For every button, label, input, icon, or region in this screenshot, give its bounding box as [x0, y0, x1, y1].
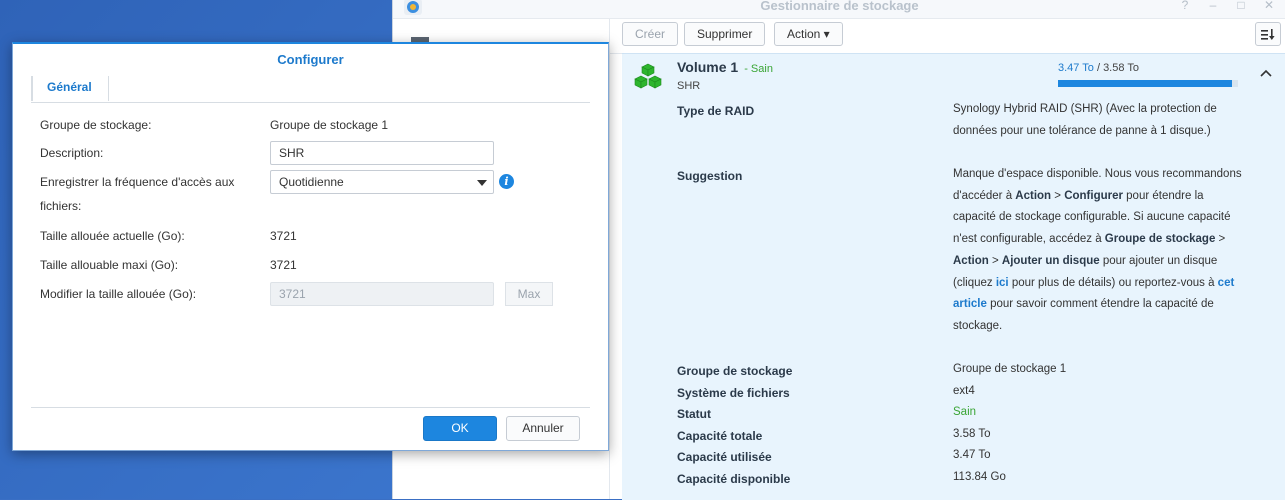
usage-bar [1058, 80, 1238, 87]
volume-detail-panel: Volume 1 - Sain SHR 3.47 To / 3.58 To Typ… [622, 53, 1285, 500]
access-frequency-select[interactable]: Quotidienne [270, 170, 494, 194]
close-icon[interactable]: ✕ [1262, 0, 1276, 12]
usage-separator: / [1093, 62, 1104, 74]
info-icon[interactable]: i [499, 174, 514, 189]
maximize-icon[interactable]: □ [1234, 0, 1248, 12]
delete-button[interactable]: Supprimer [684, 22, 766, 46]
access-frequency-label: Enregistrer la fréquence d'accès aux fic… [40, 175, 235, 213]
modify-size-label: Modifier la taille allouée (Go): [40, 287, 197, 301]
free-capacity-label: Capacité disponible [677, 472, 791, 486]
usage-readout: 3.47 To / 3.58 To [1058, 62, 1139, 74]
total-capacity-value: 3.58 To [953, 428, 991, 440]
total-capacity-label: Capacité totale [677, 429, 763, 443]
window-title: Gestionnaire de stockage [760, 0, 919, 13]
minimize-icon[interactable]: – [1206, 0, 1220, 12]
help-link-ici[interactable]: ici [996, 277, 1009, 289]
used-capacity-label: Capacité utilisée [677, 450, 772, 464]
dialog-divider [31, 407, 590, 408]
raid-type-value: Synology Hybrid RAID (SHR) (Avec la prot… [953, 103, 1217, 137]
usage-used: 3.47 To [1058, 62, 1094, 74]
volume-title: Volume 1 - Sain [677, 59, 773, 75]
volume-name: Volume 1 [677, 59, 739, 75]
used-capacity-value: 3.47 To [953, 449, 991, 461]
action-button[interactable]: Action ▾ [774, 22, 843, 46]
pool-value: Groupe de stockage 1 [953, 363, 1067, 375]
toolbar: Créer Supprimer Action ▾ [610, 19, 1285, 54]
configure-dialog: Configurer Général Groupe de stockage: G… [12, 42, 609, 451]
pool-field-label: Groupe de stockage: [40, 118, 152, 132]
pool-field-value: Groupe de stockage 1 [270, 118, 389, 132]
ok-button[interactable]: OK [423, 416, 497, 441]
create-button[interactable]: Créer [622, 22, 679, 46]
chevron-down-icon [477, 180, 487, 186]
dialog-title: Configurer [277, 52, 344, 67]
max-button[interactable]: Max [505, 282, 553, 306]
max-size-label: Taille allouable maxi (Go): [40, 258, 179, 272]
volume-cubes-icon [634, 63, 662, 89]
dialog-tabs: Général [31, 76, 590, 103]
tab-general[interactable]: Général [31, 76, 109, 101]
modify-size-input[interactable]: 3721 [270, 282, 494, 306]
suggestion-label: Suggestion [677, 169, 743, 183]
max-size-value: 3721 [270, 258, 297, 272]
cancel-button[interactable]: Annuler [506, 416, 580, 441]
sort-button[interactable] [1255, 22, 1281, 46]
usage-bar-fill [1058, 80, 1233, 87]
volume-status-badge: - Sain [744, 63, 773, 75]
help-icon[interactable]: ? [1178, 0, 1192, 12]
collapse-chevron-icon[interactable] [1260, 68, 1272, 78]
raid-type-label: Type de RAID [677, 104, 755, 118]
current-size-label: Taille allouée actuelle (Go): [40, 229, 185, 243]
access-frequency-selected: Quotidienne [279, 175, 344, 189]
window-titlebar[interactable]: Gestionnaire de stockage ? – □ ✕ [393, 0, 1285, 19]
description-field-label: Description: [40, 146, 104, 160]
filesystem-value: ext4 [953, 385, 975, 397]
status-label: Statut [677, 407, 711, 421]
filesystem-label: Système de fichiers [677, 386, 790, 400]
description-input[interactable]: SHR [270, 141, 494, 165]
sort-icon [1261, 28, 1275, 40]
free-capacity-value: 113.84 Go [953, 471, 1006, 483]
volume-type: SHR [677, 80, 701, 92]
current-size-value: 3721 [270, 229, 297, 243]
usage-total: 3.58 To [1103, 62, 1139, 74]
status-value: Sain [953, 406, 977, 418]
pool-label: Groupe de stockage [677, 364, 793, 378]
suggestion-text: Manque d'espace disponible. Nous vous re… [953, 168, 1242, 332]
